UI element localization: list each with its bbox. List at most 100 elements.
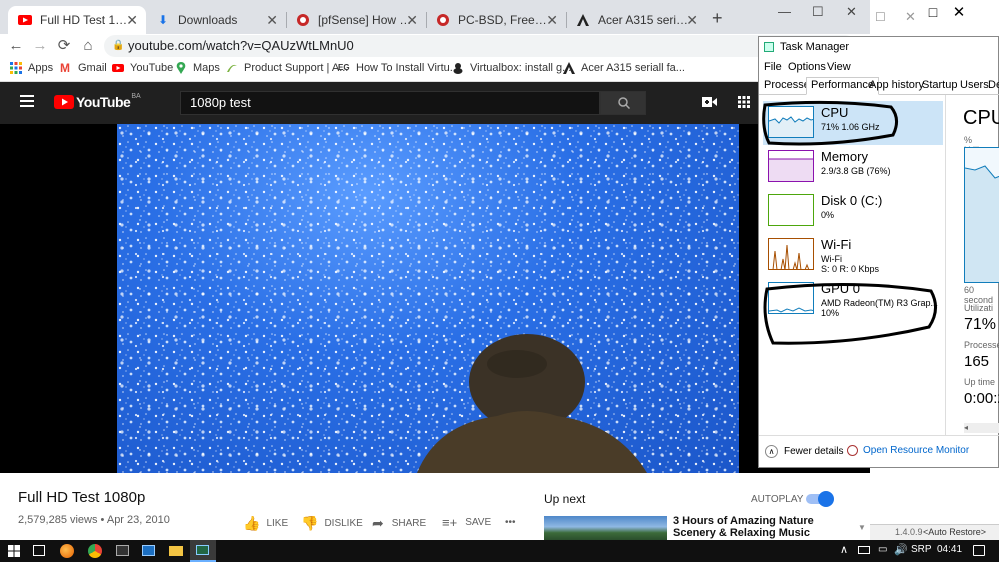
windows-start-icon[interactable] <box>8 545 20 557</box>
terminal-icon[interactable] <box>116 545 129 556</box>
perf-item-memory[interactable]: Memory 2.9/3.8 GB (76%) <box>763 145 943 189</box>
bookmark-acer[interactable]: Acer A315 seriall fa... <box>563 62 685 74</box>
save-button[interactable]: ≡+ SAVE <box>442 515 491 530</box>
bookmarks-bar: Apps M Gmail YouTube Maps Product Suppor… <box>0 58 870 82</box>
youtube-search-input[interactable]: 1080p test <box>180 91 600 115</box>
bookmark-label: Product Support | A... <box>244 62 349 74</box>
menu-view[interactable]: View <box>827 61 851 73</box>
like-button[interactable]: 👍 LIKE <box>243 515 288 532</box>
share-button[interactable]: ➦ SHARE <box>372 515 426 532</box>
wifi-label: Wi-Fi <box>821 237 852 252</box>
youtube-region-code: BA <box>131 92 141 100</box>
bookmark-maps[interactable]: Maps <box>175 62 220 74</box>
close-icon[interactable]: ✕ <box>406 12 418 29</box>
reload-button[interactable]: ⟳ <box>55 37 73 55</box>
save-playlist-icon: ≡+ <box>442 515 458 530</box>
chevron-up-icon[interactable]: ∧ <box>840 543 848 556</box>
perf-item-wifi[interactable]: Wi-Fi Wi-Fi S: 0 R: 0 Kbps <box>763 233 943 277</box>
network-icon[interactable]: ▭ <box>878 544 887 555</box>
hamburger-menu-icon[interactable] <box>20 95 34 107</box>
youtube-header: YouTube BA 1080p test <box>0 82 870 124</box>
youtube-logo[interactable]: YouTube BA <box>54 92 141 110</box>
close-icon[interactable]: ✕ <box>686 12 698 29</box>
create-video-icon[interactable] <box>702 96 717 108</box>
perf-item-disk[interactable]: Disk 0 (C:) 0% <box>763 189 943 233</box>
forward-button[interactable]: → <box>31 37 49 55</box>
firefox-icon[interactable] <box>60 544 74 558</box>
autoplay-toggle[interactable] <box>806 491 834 507</box>
tab-downloads[interactable]: ⬇ Downloads ✕ <box>146 6 286 34</box>
new-tab-button[interactable]: + <box>712 8 723 29</box>
minimize-button[interactable]: — <box>778 4 791 19</box>
chrome-icon[interactable] <box>88 544 102 558</box>
youtube-search-button[interactable] <box>600 91 646 115</box>
task-view-icon[interactable] <box>33 545 45 556</box>
bg-win-min[interactable]: □ <box>923 4 943 20</box>
youtube-logo-icon <box>54 95 74 109</box>
bookmark-label: Acer A315 seriall fa... <box>581 62 685 74</box>
bookmark-gmail[interactable]: M Gmail <box>60 62 107 74</box>
chrome-window: Full HD Test 1080p - You ✕ ⬇ Downloads ✕… <box>0 0 870 551</box>
tab-users[interactable]: Users <box>960 79 989 91</box>
tab-label: PC-BSD, FreeNAS, Xigm <box>458 13 552 27</box>
share-label: SHARE <box>391 518 427 529</box>
close-button[interactable]: ✕ <box>846 4 857 20</box>
open-resource-monitor-link[interactable]: Open Resource Monitor <box>847 445 969 456</box>
bookmark-howto[interactable]: EG How To Install Virtu... <box>338 62 459 74</box>
tab-youtube[interactable]: Full HD Test 1080p - You ✕ <box>8 6 146 34</box>
tab-label: [pfSense] How can I cha <box>318 13 412 27</box>
bookmark-product-support[interactable]: Product Support | A... <box>226 62 348 74</box>
disk-label: Disk 0 (C:) <box>821 193 883 208</box>
page-scrollbar[interactable]: ▼ <box>858 523 866 537</box>
bookmark-youtube[interactable]: YouTube <box>112 62 173 74</box>
home-button[interactable]: ⌂ <box>79 37 97 55</box>
notifications-icon[interactable] <box>973 545 985 556</box>
battery-icon[interactable] <box>858 546 870 554</box>
tab-details[interactable]: De <box>988 79 999 91</box>
menu-file[interactable]: File <box>764 61 782 73</box>
apps-grid-icon[interactable] <box>738 96 750 108</box>
bookmark-apps[interactable]: Apps <box>10 62 53 74</box>
bg-win-close[interactable]: ✕ <box>949 3 969 21</box>
menu-options[interactable]: Options <box>788 61 826 73</box>
fewer-details-button[interactable]: ∧ Fewer details <box>765 445 843 458</box>
search-value: 1080p test <box>190 95 251 110</box>
bookmark-virtualbox[interactable]: Virtualbox: install g... <box>452 62 571 74</box>
task-manager-title: Task Manager <box>780 41 850 53</box>
bookmark-label: YouTube <box>130 62 174 74</box>
bg-minimize-button[interactable]: ☐ <box>875 10 886 24</box>
tab-pfsense[interactable]: [pfSense] How can I cha ✕ <box>286 6 426 34</box>
back-button[interactable]: ← <box>7 37 25 55</box>
remote-desktop-icon[interactable] <box>142 545 155 556</box>
video-info-area: Full HD Test 1080p 2,579,285 views • Apr… <box>0 473 870 551</box>
task-manager-taskbar-icon[interactable] <box>190 540 216 562</box>
acer-icon <box>563 62 575 74</box>
up-next-thumbnail[interactable] <box>544 516 667 540</box>
more-actions-button[interactable]: ••• <box>505 517 516 528</box>
horizontal-scrollbar[interactable]: ◂ <box>964 423 999 433</box>
tab-pcbsd[interactable]: PC-BSD, FreeNAS, Xigm ✕ <box>426 6 566 34</box>
memory-usage: 2.9/3.8 GB (76%) <box>821 166 891 176</box>
tab-startup[interactable]: Startup <box>922 79 957 91</box>
tab-acer[interactable]: Acer A315 seriall fault o ✕ <box>566 6 706 34</box>
maximize-button[interactable]: ☐ <box>812 4 824 20</box>
close-icon[interactable]: ✕ <box>126 12 138 29</box>
open-resource-monitor-label: Open Resource Monitor <box>863 445 970 456</box>
bg-close-button[interactable]: ✕ <box>905 9 916 25</box>
tab-app-history[interactable]: App history <box>869 79 924 91</box>
like-label: LIKE <box>266 518 289 529</box>
bookmark-label: Gmail <box>78 62 107 74</box>
file-explorer-icon[interactable] <box>169 546 183 556</box>
video-player[interactable] <box>117 124 739 473</box>
address-bar[interactable]: 🔒 youtube.com/watch?v=QAUzWtLMnU0 <box>104 35 856 57</box>
clock[interactable]: 04:41 <box>937 544 962 555</box>
language-indicator[interactable]: SRP <box>911 544 932 555</box>
browser-toolbar: ← → ⟳ ⌂ 🔒 youtube.com/watch?v=QAUzWtLMnU… <box>0 34 870 58</box>
gpu-circle-annotation <box>763 282 937 345</box>
close-icon[interactable]: ✕ <box>266 12 278 29</box>
disk-usage: 0% <box>821 210 835 220</box>
task-manager-window: Task Manager File Options View Processes… <box>758 36 999 468</box>
dislike-button[interactable]: 👎 DISLIKE <box>301 515 363 532</box>
close-icon[interactable]: ✕ <box>546 12 558 29</box>
volume-icon[interactable]: 🔊 <box>894 543 908 556</box>
